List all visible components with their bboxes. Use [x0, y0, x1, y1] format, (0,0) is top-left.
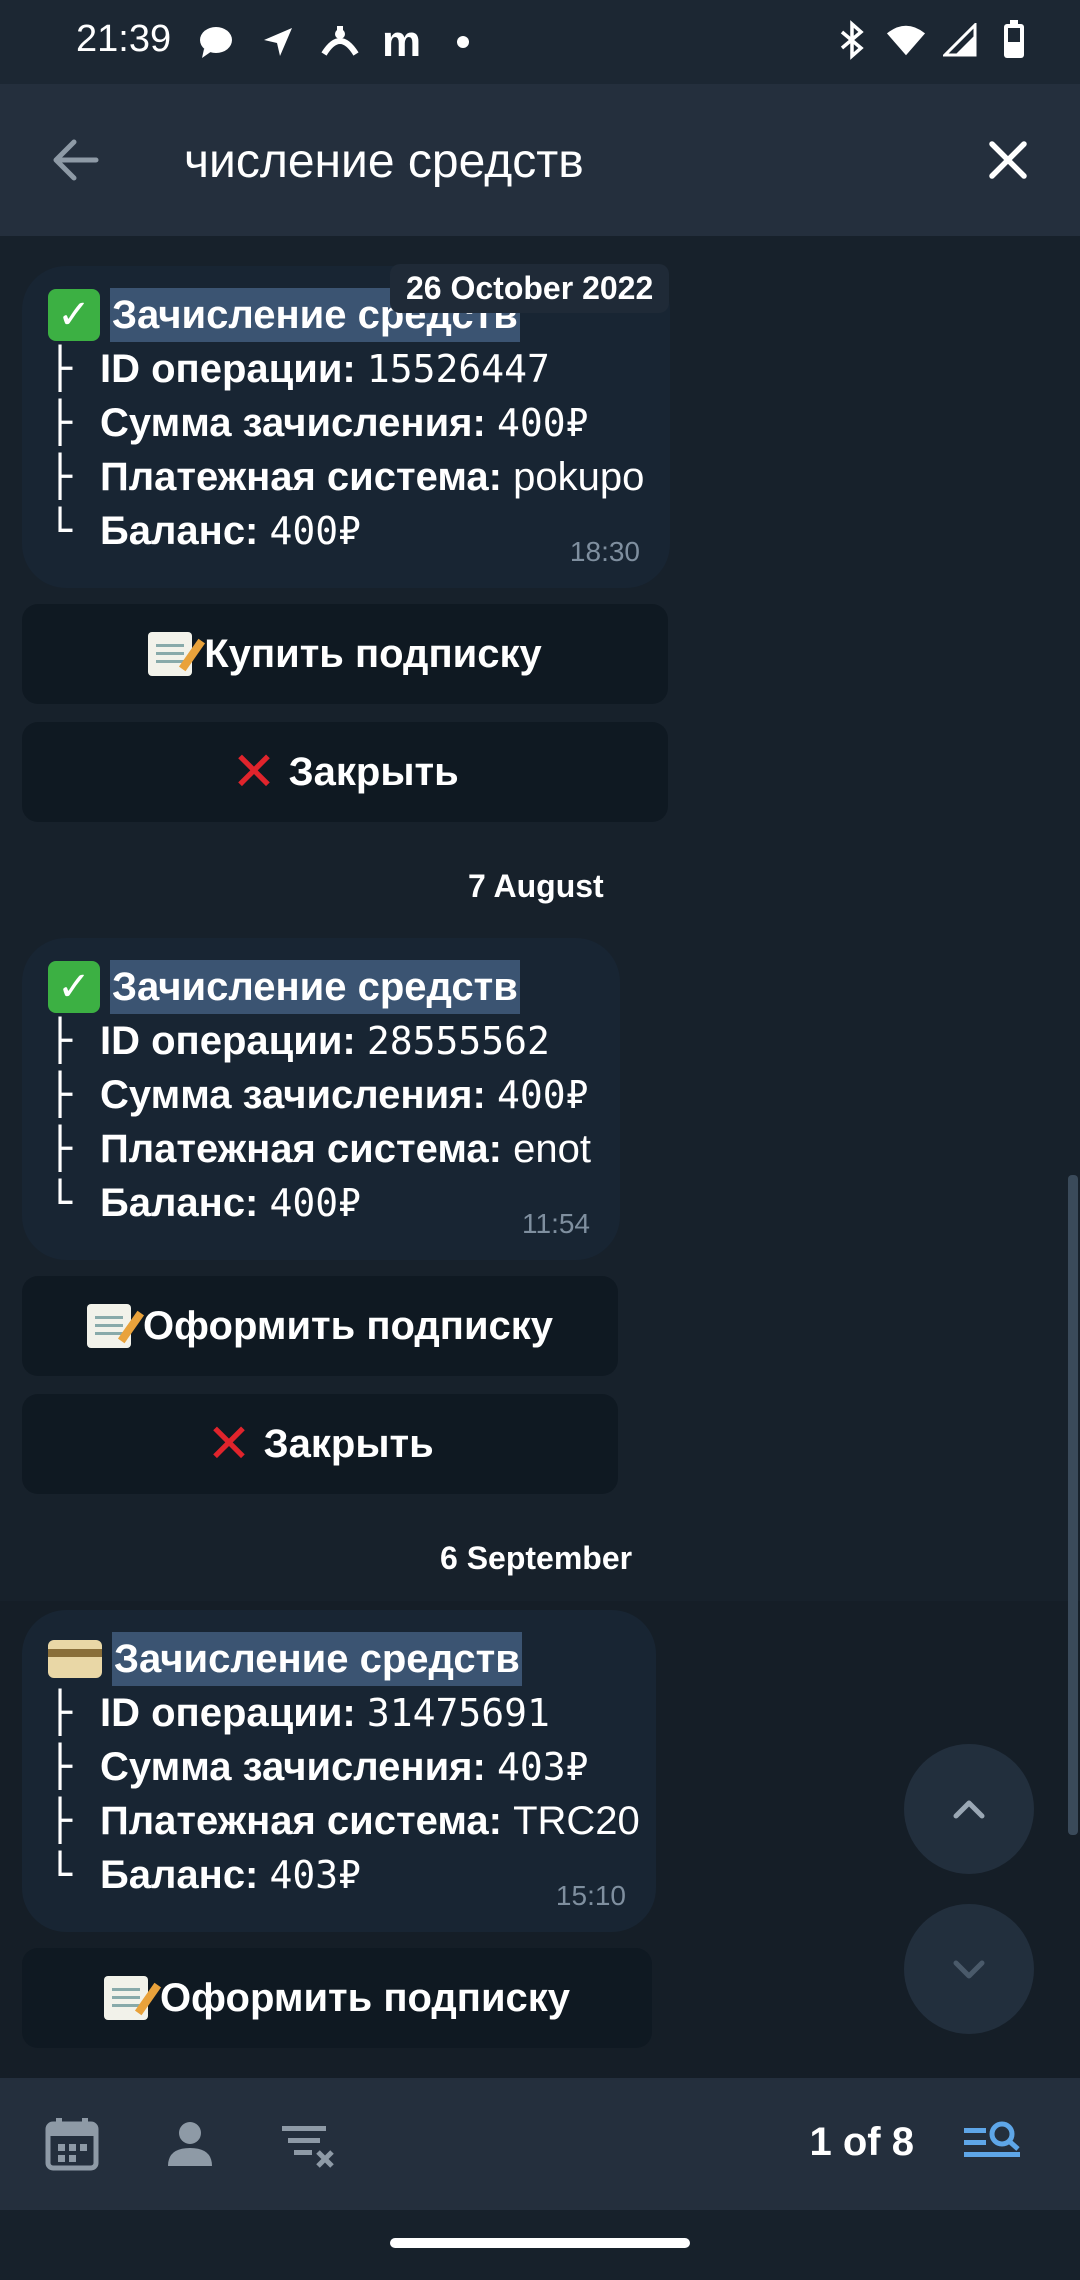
status-time: 21:39	[76, 18, 172, 60]
memo-emoji-icon	[86, 1304, 131, 1348]
scrollbar[interactable]	[1068, 1175, 1078, 1835]
subscribe-button[interactable]: Оформить подписку	[22, 1276, 618, 1376]
chat-history[interactable]: ✓ Зачисление средств ├ ID операции: 15526…	[0, 236, 1080, 2078]
search-toolbar: числение средств	[0, 84, 1080, 236]
search-result-counter: 1 of 8	[809, 2120, 914, 2164]
buy-subscription-button[interactable]: Купить подписку	[22, 604, 668, 704]
results-list-icon[interactable]	[962, 2116, 1024, 2172]
chevron-down-icon	[953, 1960, 985, 1979]
message-title: Зачисление средств	[112, 1632, 522, 1686]
battery-icon	[994, 20, 1034, 60]
signal-icon	[940, 20, 980, 60]
memo-emoji-icon	[103, 1976, 148, 2020]
back-arrow-icon[interactable]	[44, 128, 108, 192]
person-icon[interactable]	[162, 2116, 218, 2172]
chat-bubble-icon	[196, 22, 236, 62]
red-cross-icon: ✕	[206, 1414, 252, 1474]
scroll-down-button[interactable]	[904, 1904, 1034, 2034]
message-bubble[interactable]: ✓ Зачисление средств ├ ID операции: 15526…	[22, 266, 670, 588]
status-bar: 21:39 m	[0, 0, 1080, 84]
subscribe-button[interactable]: Оформить подписку	[22, 1948, 652, 2048]
check-mark-emoji-icon: ✓	[48, 961, 100, 1013]
search-input[interactable]: числение средств	[184, 134, 584, 189]
m-app-icon: m	[382, 17, 422, 66]
message-title: Зачисление средств	[110, 960, 520, 1014]
message-bubble[interactable]: ✓ Зачисление средств ├ ID операции: 28555…	[22, 938, 620, 1260]
clear-filter-icon[interactable]	[280, 2116, 336, 2172]
location-arrow-icon	[258, 22, 298, 62]
close-icon[interactable]	[976, 128, 1040, 192]
dot-icon	[443, 22, 483, 62]
date-chip: 7 August	[468, 868, 604, 904]
message-bubble[interactable]: Зачисление средств ├ ID операции: 3147569…	[22, 1610, 656, 1932]
search-navigation-bar: 1 of 8	[0, 2078, 1080, 2210]
home-gesture-handle[interactable]	[390, 2238, 690, 2248]
calendar-icon[interactable]	[44, 2116, 100, 2172]
message-time: 15:10	[555, 1880, 626, 1911]
credit-card-emoji-icon	[48, 1640, 102, 1678]
memo-emoji-icon	[148, 632, 193, 676]
close-button[interactable]: ✕ Закрыть	[22, 722, 668, 822]
check-mark-emoji-icon: ✓	[48, 289, 100, 341]
message-time: 11:54	[522, 1208, 590, 1239]
wifi-icon	[886, 20, 926, 60]
scroll-up-button[interactable]	[904, 1744, 1034, 1874]
chevron-up-icon	[953, 1800, 985, 1819]
red-cross-icon: ✕	[231, 742, 277, 802]
close-button[interactable]: ✕ Закрыть	[22, 1394, 618, 1494]
bluetooth-icon	[832, 20, 872, 60]
date-chip: 26 October 2022	[390, 264, 670, 313]
message-time: 18:30	[569, 536, 640, 567]
date-chip: 6 September	[440, 1540, 633, 1576]
cross-app-icon	[320, 22, 360, 62]
